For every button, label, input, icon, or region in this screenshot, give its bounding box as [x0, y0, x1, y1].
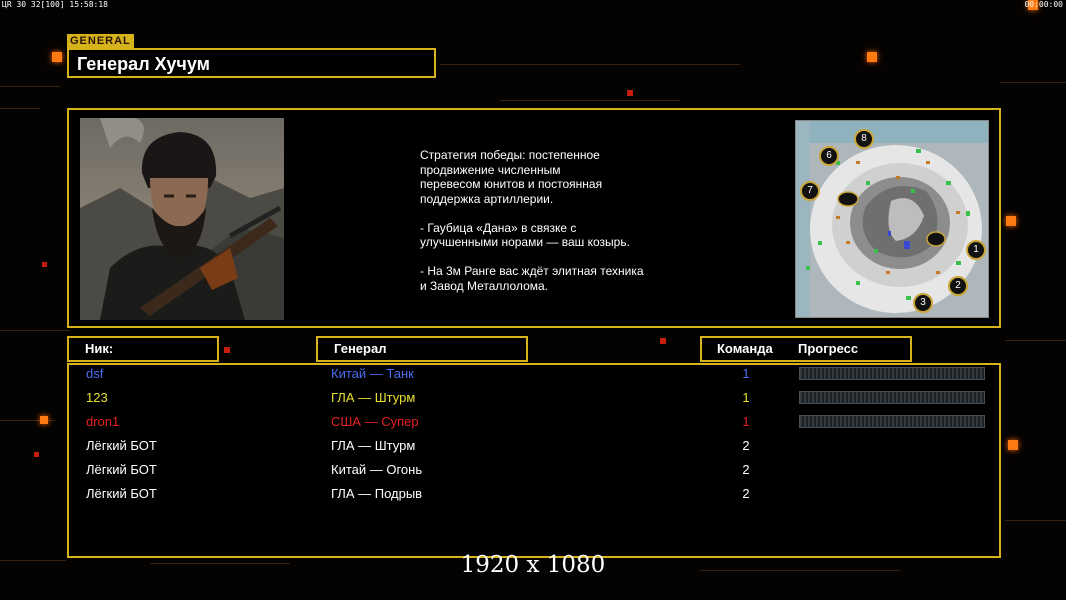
header-team-progress: Команда Прогресс — [700, 336, 912, 362]
player-row[interactable]: Лёгкий БОТ ГЛА — Подрыв 2 — [68, 482, 998, 506]
start-position-2[interactable]: 2 — [948, 276, 968, 296]
status-clock: 00:00:00 — [1024, 0, 1063, 9]
player-nick: dsf — [86, 366, 104, 381]
player-general[interactable]: Китай — Огонь — [331, 458, 422, 482]
start-position-7[interactable]: 7 — [800, 181, 820, 201]
map-preview[interactable]: 8 6 7 1 2 3 — [795, 120, 989, 318]
start-position-3[interactable]: 3 — [913, 293, 933, 313]
player-general[interactable]: ГЛА — Штурм — [331, 386, 415, 410]
header-nick: Ник: — [67, 336, 219, 362]
player-general[interactable]: ГЛА — Штурм — [331, 434, 415, 458]
player-row[interactable]: dron1 США — Супер 1 — [68, 410, 998, 434]
start-position-8[interactable]: 8 — [854, 129, 874, 149]
status-left: ЦR 30 32[100] 15:58:18 — [2, 0, 108, 9]
progress-bar — [799, 415, 985, 428]
general-name: Генерал Хучум — [67, 48, 436, 78]
player-row[interactable]: Лёгкий БОТ ГЛА — Штурм 2 — [68, 434, 998, 458]
player-team[interactable]: 2 — [740, 458, 752, 482]
player-row[interactable]: dsf Китай — Танк 1 — [68, 362, 998, 386]
player-general[interactable]: Китай — Танк — [331, 362, 414, 386]
player-nick: dron1 — [86, 414, 120, 429]
header-progress: Прогресс — [798, 341, 859, 356]
progress-bar — [799, 391, 985, 404]
player-nick: Лёгкий БОТ — [86, 438, 157, 453]
status-bar: ЦR 30 32[100] 15:58:18 00:00:00 — [0, 0, 1066, 10]
player-team[interactable]: 1 — [740, 410, 752, 434]
player-general[interactable]: ГЛА — Подрыв — [331, 482, 422, 506]
player-row[interactable]: Лёгкий БОТ Китай — Огонь 2 — [68, 458, 998, 482]
player-row[interactable]: 123 ГЛА — Штурм 1 — [68, 386, 998, 410]
player-general[interactable]: США — Супер — [331, 410, 419, 434]
player-nick: Лёгкий БОТ — [86, 462, 157, 477]
start-position-6[interactable]: 6 — [819, 146, 839, 166]
header-general: Генерал — [316, 336, 528, 362]
general-tag: GENERAL — [67, 34, 134, 48]
resolution-label: 1920 x 1080 — [460, 552, 606, 578]
header-team: Команда — [717, 341, 773, 356]
progress-bar — [799, 367, 985, 380]
player-team[interactable]: 1 — [740, 386, 752, 410]
general-portrait — [80, 118, 284, 320]
player-team[interactable]: 2 — [740, 482, 752, 506]
player-nick: Лёгкий БОТ — [86, 486, 157, 501]
player-team[interactable]: 2 — [740, 434, 752, 458]
player-team[interactable]: 1 — [740, 362, 752, 386]
start-position-1[interactable]: 1 — [966, 240, 986, 260]
player-nick: 123 — [86, 390, 108, 405]
strategy-description: Стратегия победы: постепенное продвижени… — [420, 148, 644, 293]
